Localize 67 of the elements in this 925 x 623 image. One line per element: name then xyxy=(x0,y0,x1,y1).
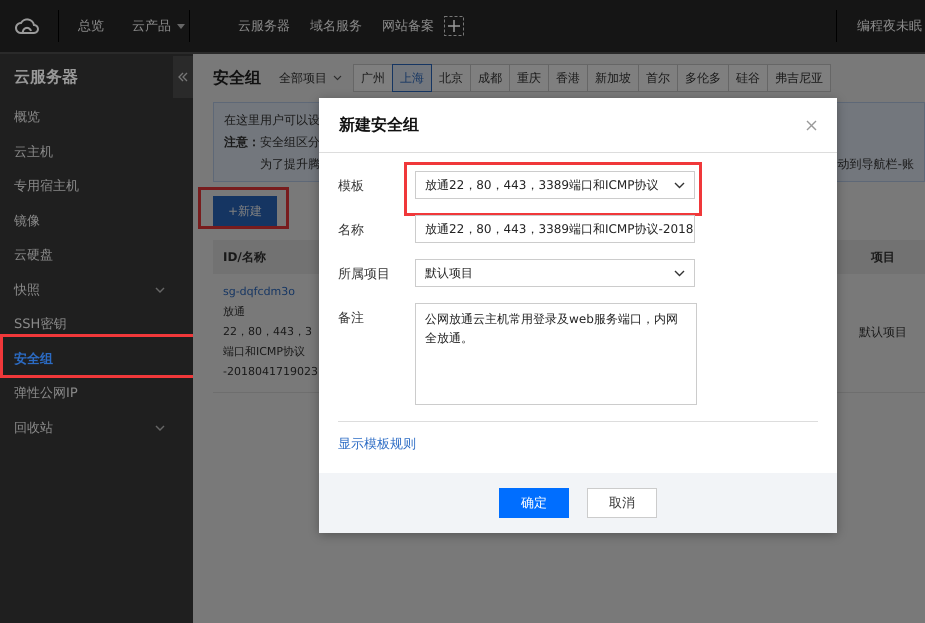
textarea-field[interactable]: 公网放通云主机常用登录及web服务端口，内网全放通。 xyxy=(415,303,697,405)
table-cell: 默认项目 xyxy=(859,324,907,340)
region-tab[interactable]: 重庆 xyxy=(509,64,549,92)
security-group-id-link[interactable]: sg-dqfcdm3o xyxy=(223,282,323,302)
close-button[interactable] xyxy=(804,118,819,132)
nav-link[interactable]: 总览 xyxy=(78,17,108,35)
shortcut-link[interactable]: 网站备案 xyxy=(382,17,434,35)
new-button[interactable]: +新建 xyxy=(213,196,277,226)
show-template-rules-link[interactable]: 显示模板规则 xyxy=(338,437,416,452)
sidebar-item[interactable]: 安全组 xyxy=(0,342,193,376)
chevron-down-icon xyxy=(333,75,342,81)
sidebar-title: 云服务器 xyxy=(14,66,78,88)
region-tab[interactable]: 硅谷 xyxy=(728,64,768,92)
table-cell-text: 放通 xyxy=(223,304,246,320)
sidebar-item[interactable]: 弹性公网IP xyxy=(0,376,193,410)
region-tab[interactable]: 北京 xyxy=(431,64,471,92)
sidebar-item[interactable]: 快照 xyxy=(0,272,193,307)
close-icon xyxy=(806,120,817,130)
sidebar-item[interactable]: 云主机 xyxy=(0,134,193,169)
page-title: 安全组 xyxy=(213,68,261,88)
dropdown-field[interactable]: 默认项目 xyxy=(415,259,695,287)
sidebar-item[interactable]: 回收站 xyxy=(0,410,193,445)
chevron-down-icon xyxy=(674,270,685,276)
table-cell-text: 端口和ICMP协议 xyxy=(223,344,306,360)
double-chevron-left-icon xyxy=(178,72,188,82)
notice-text: 在这里用户可以设 xyxy=(224,112,320,129)
region-tab[interactable]: 弗吉尼亚 xyxy=(767,64,831,92)
column-header: 项目 xyxy=(871,248,895,266)
table-cell-text: -2018041719023 xyxy=(223,364,319,380)
sidebar-item[interactable]: 概览 xyxy=(0,100,193,134)
input-field[interactable]: 放通22，80，443，3389端口和ICMP协议-2018 xyxy=(415,215,695,243)
confirm-button[interactable]: 确定 xyxy=(499,488,569,518)
region-tab[interactable]: 成都 xyxy=(470,64,510,92)
notice-text: 动到导航栏-账 xyxy=(838,156,914,173)
sidebar-item[interactable]: 镜像 xyxy=(0,204,193,238)
cancel-button[interactable]: 取消 xyxy=(587,488,657,518)
region-tab[interactable]: 香港 xyxy=(548,64,588,92)
shortcut-link[interactable]: 云服务器 xyxy=(238,17,290,35)
table-cell-text: 22，80，443，3 xyxy=(223,324,313,340)
nav-link[interactable]: 云产品 xyxy=(132,17,189,35)
shortcut-link[interactable]: 域名服务 xyxy=(310,17,362,35)
column-header: ID/名称 xyxy=(223,248,266,266)
region-tab[interactable]: 上海 xyxy=(392,64,432,92)
chevron-down-icon xyxy=(155,424,165,431)
region-tab[interactable]: 新加坡 xyxy=(587,64,639,92)
cloud-logo-icon[interactable] xyxy=(14,16,40,36)
user-menu[interactable]: 编程夜未眠 xyxy=(857,17,925,35)
field-label: 名称 xyxy=(338,222,365,239)
notice-text: 为了提升腾 xyxy=(260,156,320,173)
chevron-down-icon xyxy=(674,182,685,188)
dropdown-field[interactable]: 放通22，80，443，3389端口和ICMP协议 xyxy=(415,171,695,199)
notice-text: 注意：安全组区分 xyxy=(224,134,320,151)
field-label: 备注 xyxy=(338,310,365,327)
field-label: 所属项目 xyxy=(338,266,391,283)
region-tab[interactable]: 广州 xyxy=(353,64,393,92)
region-tab[interactable]: 多伦多 xyxy=(677,64,729,92)
field-label: 模板 xyxy=(338,178,365,195)
sidebar-item[interactable]: SSH密钥 xyxy=(0,307,193,342)
dialog-title: 新建安全组 xyxy=(339,114,419,136)
region-tab[interactable]: 首尔 xyxy=(638,64,678,92)
project-filter[interactable]: 全部项目 xyxy=(279,70,342,86)
caret-icon xyxy=(177,24,185,28)
add-shortcut-icon[interactable] xyxy=(444,16,464,36)
collapse-button[interactable] xyxy=(173,56,193,98)
sidebar-item[interactable]: 云硬盘 xyxy=(0,238,193,272)
chevron-down-icon xyxy=(155,286,165,293)
sidebar-item[interactable]: 专用宿主机 xyxy=(0,169,193,204)
